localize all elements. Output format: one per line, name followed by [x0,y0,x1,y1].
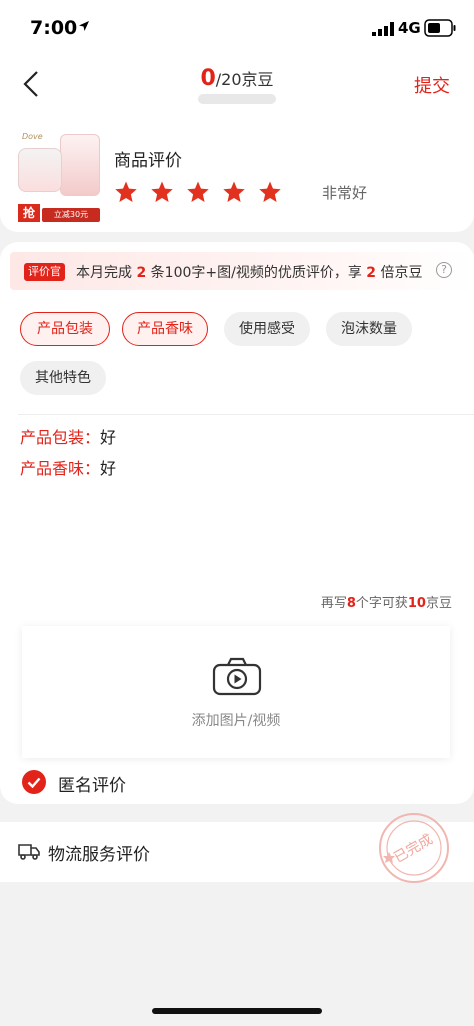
battery-icon [424,19,456,37]
star-icon[interactable] [222,180,246,204]
home-indicator [152,1008,322,1014]
bottle-image [60,134,100,196]
submit-button[interactable]: 提交 [414,72,450,98]
bean-progress: 0/20京豆 [0,66,474,91]
tag-scent[interactable]: 产品香味 [122,312,208,346]
rating-text: 非常好 [322,184,368,202]
counter-chars: 8 [346,596,356,611]
star-rating[interactable] [114,180,282,206]
bean-progress-bar [198,94,276,104]
brand-logo: Dove [22,132,43,141]
tag-other[interactable]: 其他特色 [20,361,106,395]
jar-image [18,148,62,192]
reviewer-banner: 评价官 本月完成 2 条100字+图/视频的优质评价，享 2 倍京豆 ? [10,252,474,290]
add-media-button[interactable]: 添加图片/视频 [22,626,450,758]
review-line-key: 产品包装： [20,428,101,447]
location-arrow-icon [79,21,89,31]
review-card: 评价官 本月完成 2 条100字+图/视频的优质评价，享 2 倍京豆 ? 产品包… [0,242,474,804]
review-line[interactable]: 产品香味：好 [20,455,116,479]
star-icon[interactable] [258,180,282,204]
help-icon[interactable]: ? [436,262,452,278]
coupon-badge: 立减30元 [42,208,100,222]
status-time: 7:00 [30,17,78,39]
product-thumbnail: Dove 抢 立减30元 [18,130,102,222]
review-line[interactable]: 产品包装：好 [20,424,116,448]
tag-foam[interactable]: 泡沫数量 [326,312,412,346]
add-media-label: 添加图片/视频 [191,713,281,729]
banner-multiplier: 2 [366,265,377,281]
product-card: Dove 抢 立减30元 商品评价 非常好 [0,110,474,232]
nav-bar: 0/20京豆 提交 [0,56,474,110]
grab-badge: 抢 [18,204,40,222]
anonymous-label: 匿名评价 [58,776,126,796]
review-line-value: 好 [100,428,117,447]
reviewer-badge: 评价官 [24,263,65,281]
divider [18,414,474,415]
tag-experience[interactable]: 使用感受 [224,312,310,346]
banner-text-part: 本月完成 [76,265,132,281]
review-line-key: 产品香味： [20,459,101,478]
word-counter: 再写8个字可获10京豆 [321,592,452,611]
bean-count-total: /20京豆 [215,70,274,89]
banner-text-part: 条100字+图/视频的优质评价，享 [150,265,362,281]
network-type: 4G [398,19,421,37]
tag-packaging[interactable]: 产品包装 [20,312,110,346]
counter-text: 京豆 [425,596,452,611]
signal-icon [372,22,394,36]
product-review-title: 商品评价 [114,151,182,171]
logistics-label: 物流服务评价 [48,845,150,865]
bean-count-current: 0 [200,66,216,91]
banner-text: 本月完成 2 条100字+图/视频的优质评价，享 2 倍京豆 [76,262,422,282]
counter-text: 个字可获 [355,596,408,611]
counter-beans: 10 [407,596,426,611]
star-icon[interactable] [150,180,174,204]
camera-icon [212,657,262,696]
logistics-row[interactable]: 物流服务评价 已完成 [0,813,474,883]
star-icon[interactable] [186,180,210,204]
completed-stamp: 已完成 [376,810,452,886]
star-icon[interactable] [114,180,138,204]
status-bar: 7:00 4G [0,0,474,56]
banner-text-part: 倍京豆 [380,265,423,281]
counter-text: 再写 [320,596,347,611]
checkbox-checked-icon[interactable] [22,770,46,794]
truck-icon [18,844,40,860]
review-line-value: 好 [100,459,117,478]
banner-count: 2 [136,265,147,281]
